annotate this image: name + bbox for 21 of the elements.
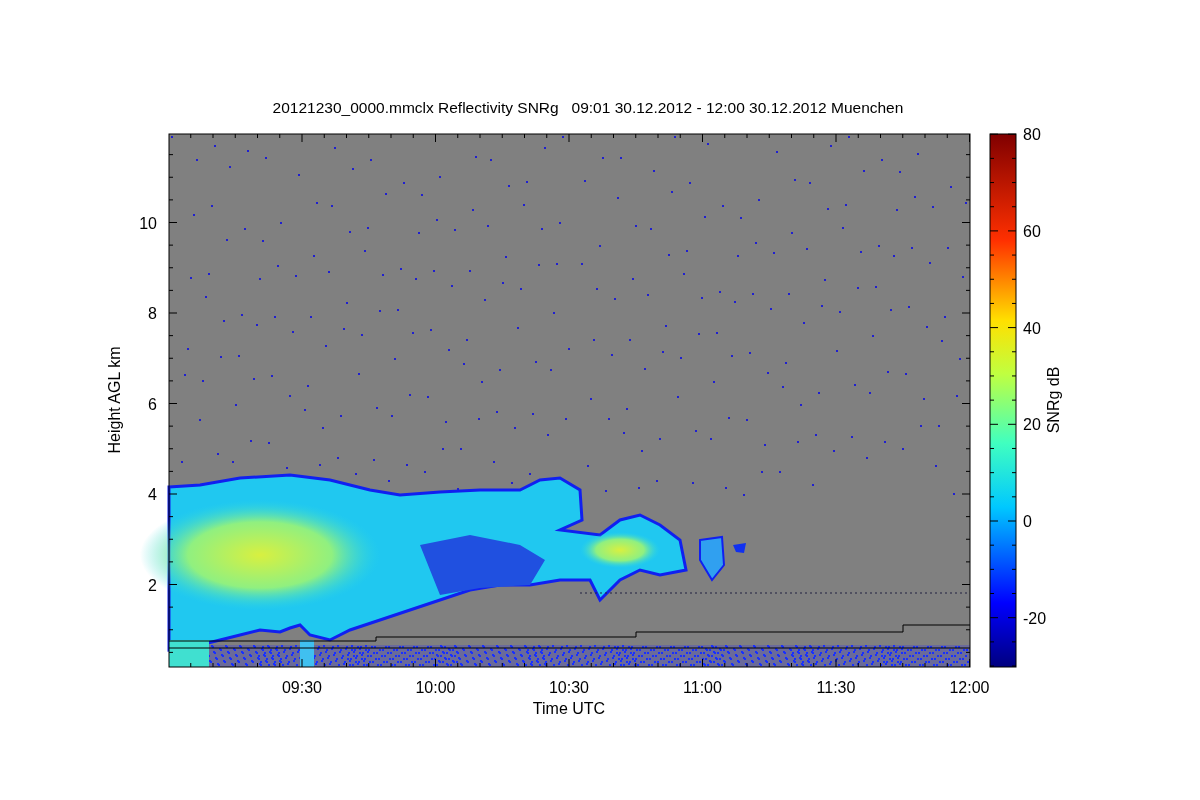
y-tick-label: 10: [139, 214, 157, 232]
x-tick-label: 11:00: [683, 679, 722, 696]
y-tick-label: 8: [148, 305, 157, 322]
y-axis-label: Height AGL km: [106, 346, 123, 454]
y-tick-label: 6: [148, 395, 157, 413]
x-tick-label: 12:00: [949, 679, 990, 696]
x-tick-label: 09:30: [282, 679, 322, 696]
colorbar-tick-label: 60: [1023, 222, 1041, 240]
x-tick-label: 10:30: [549, 679, 589, 696]
colorbar-label: SNRg dB: [1045, 366, 1062, 434]
colorbar-tick-label: 20: [1023, 416, 1041, 434]
y-tick-label: 4: [148, 486, 157, 503]
y-tick-label: 2: [148, 576, 157, 594]
colorbar-tick-label: 0: [1023, 513, 1032, 530]
colorbar-tick-label: 40: [1023, 319, 1041, 337]
colorbar-tick-label: -20: [1023, 609, 1047, 627]
x-axis-label: Time UTC: [532, 700, 606, 717]
x-tick-label: 10:00: [415, 679, 456, 696]
chart-title: 20121230_0000.mmclx Reflectivity SNRg 09:01 30.12.2012 - 12:00 30.12.2012 Muenchen: [272, 99, 904, 116]
x-tick-label: 11:30: [816, 679, 856, 696]
colorbar-tick-label: 80: [1023, 126, 1041, 144]
